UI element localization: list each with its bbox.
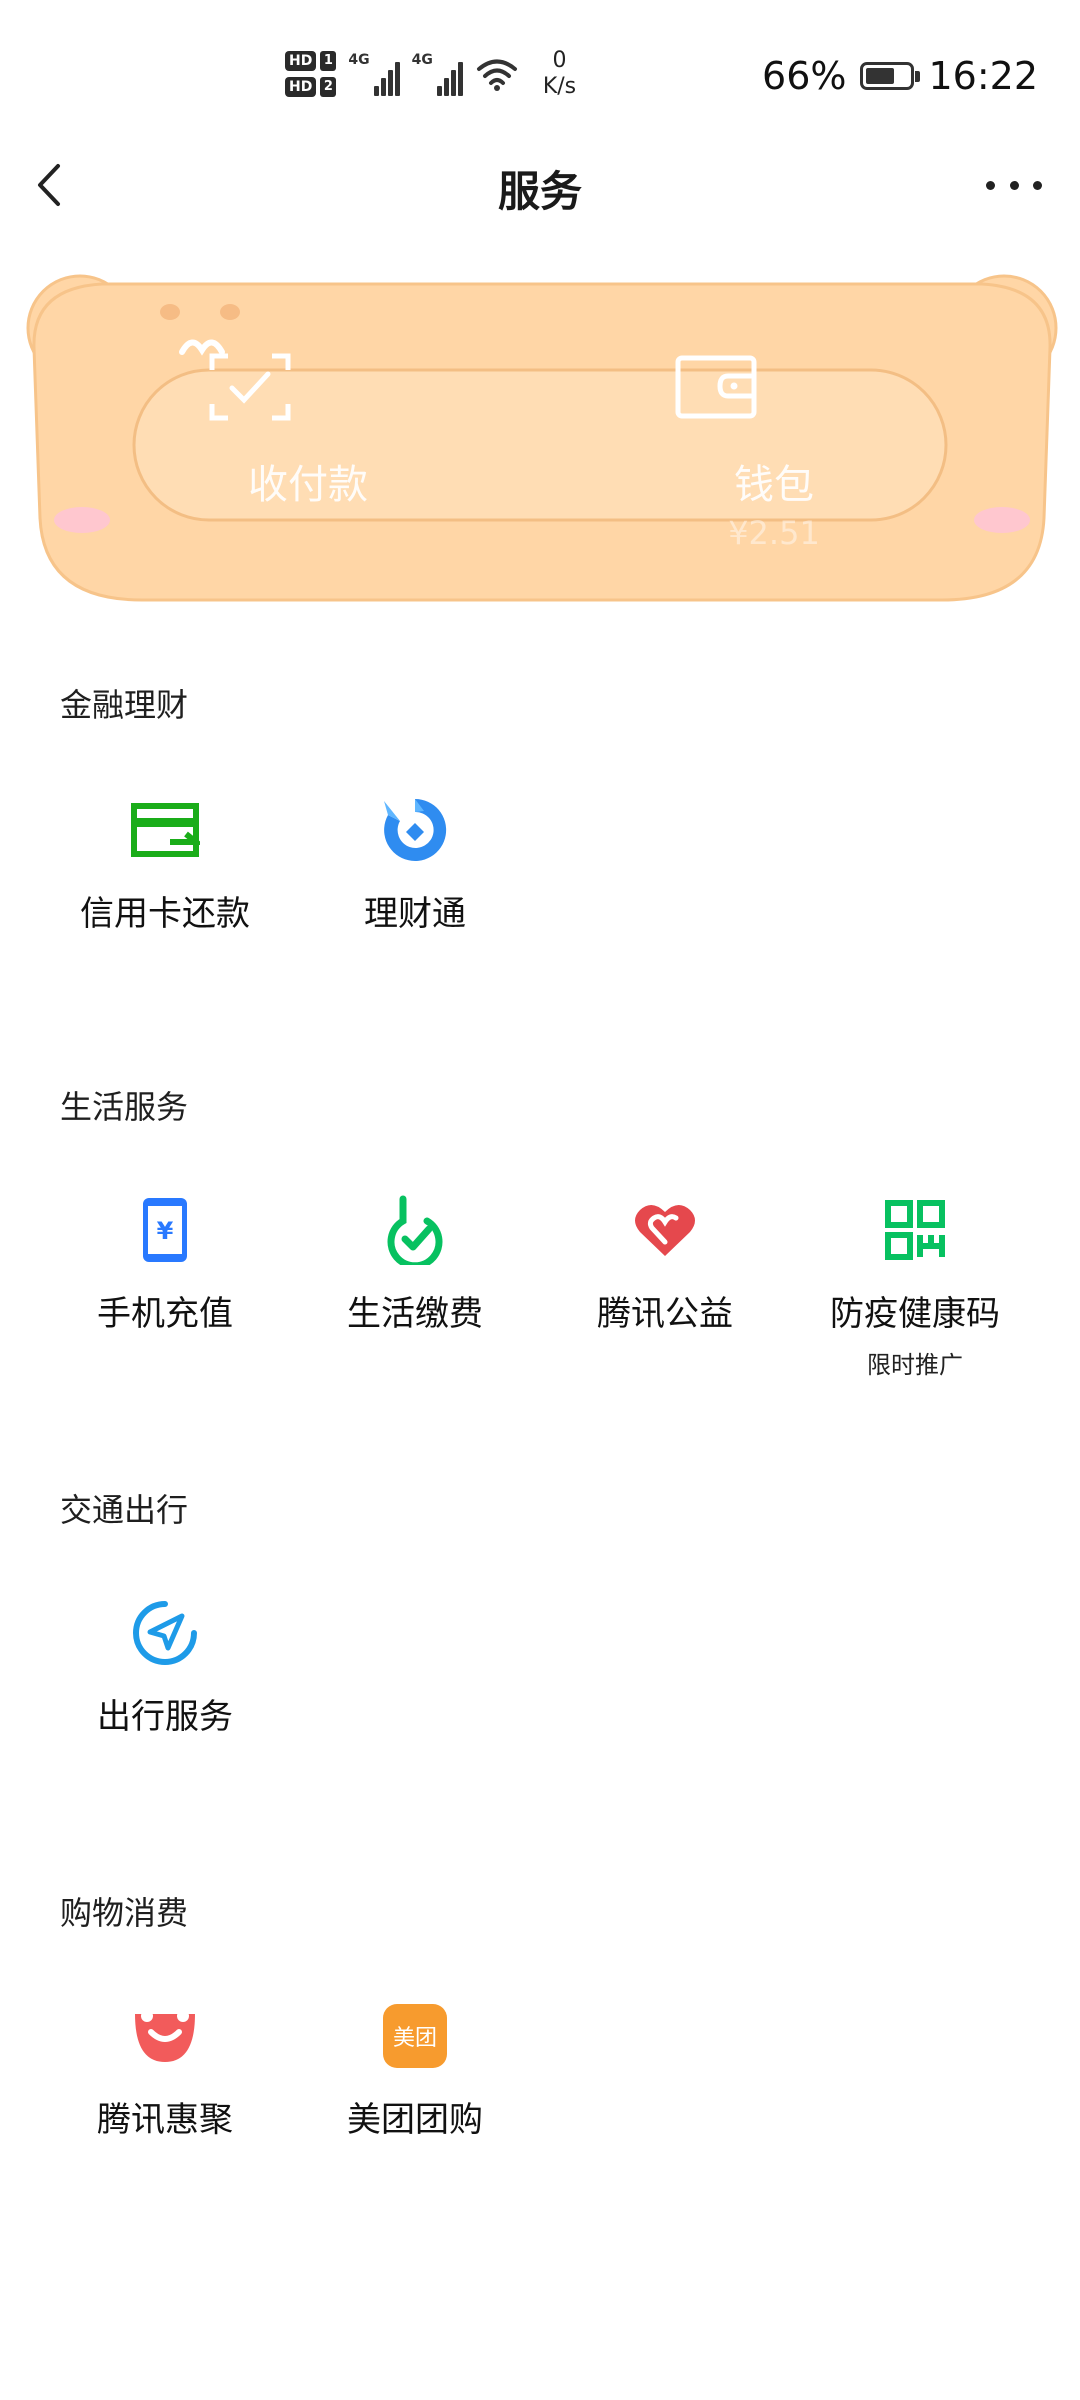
service-phone-recharge[interactable]: ¥ 手机充值: [40, 1190, 290, 1380]
network-speed: 0 K/s: [543, 48, 576, 100]
more-dot: [986, 180, 995, 190]
service-credit-card-repay[interactable]: 信用卡还款: [40, 790, 290, 935]
section-shopping: 购物消费 腾讯惠聚 美团 美团团购: [0, 1868, 1080, 2188]
section-title: 生活服务: [60, 1088, 189, 1126]
promo-tag: 限时推广: [867, 1351, 963, 1379]
service-label: 腾讯公益: [597, 1294, 733, 1334]
scan-pay-icon: [209, 353, 291, 421]
section-finance: 金融理财 信用卡还款 理财通: [0, 660, 1080, 980]
service-label: 信用卡还款: [80, 894, 250, 934]
credit-card-icon: [131, 803, 200, 857]
page-title: 服务: [497, 167, 582, 216]
sim1-indicator: HD 1: [285, 51, 337, 71]
service-grid: 腾讯惠聚 美团 美团团购: [40, 1996, 1040, 2141]
service-label: 美团团购: [347, 2100, 483, 2140]
collect-pay-label: 收付款: [248, 462, 368, 508]
nav-bar: 服务: [0, 140, 1080, 230]
service-utility-bills[interactable]: 生活缴费: [290, 1190, 540, 1380]
service-label: 出行服务: [97, 1697, 233, 1737]
service-label: 腾讯惠聚: [97, 2100, 233, 2140]
charity-heart-icon: [635, 1204, 695, 1256]
signal-icon: 4G: [348, 52, 400, 96]
service-label: 生活缴费: [347, 1294, 483, 1334]
battery-fill: [866, 68, 895, 84]
network-type: 4G: [411, 52, 433, 68]
shopping-smile-icon: [135, 2010, 195, 2062]
bear-banner-illustration: [26, 274, 1058, 602]
sim-number: 1: [320, 51, 337, 71]
service-label: 理财通: [364, 894, 466, 934]
hd-badge: HD: [285, 77, 317, 97]
clock: 16:22: [928, 54, 1038, 98]
battery-percent: 66%: [762, 54, 847, 98]
sim-indicators: HD 1 HD 2: [285, 51, 337, 97]
wifi-icon: [476, 59, 517, 91]
service-licaitong[interactable]: 理财通: [290, 790, 540, 935]
more-dot: [1009, 180, 1019, 190]
service-grid: 出行服务: [40, 1593, 1040, 1738]
collect-pay-entry[interactable]: 收付款: [208, 352, 408, 510]
wealth-icon: [384, 798, 447, 861]
section-transport: 交通出行 出行服务: [0, 1465, 1080, 1785]
more-button[interactable]: [986, 168, 1042, 202]
travel-compass-icon: [133, 1601, 197, 1665]
phone-recharge-icon: ¥: [143, 1198, 187, 1262]
wallet-label: 钱包: [734, 462, 814, 508]
utility-bill-icon: [387, 1195, 443, 1265]
section-life-services: 生活服务 ¥ 手机充值 生活缴费 腾讯公益 防疫健康码 限时推广: [0, 1062, 1080, 1402]
hd-badge: HD: [285, 51, 317, 71]
svg-text:¥: ¥: [157, 1217, 174, 1245]
meituan-icon: 美团: [383, 2004, 447, 2068]
service-tencent-huiju[interactable]: 腾讯惠聚: [40, 1996, 290, 2141]
status-right: 66% 16:22: [762, 54, 1038, 98]
signal-icon: 4G: [412, 52, 463, 96]
section-title: 金融理财: [60, 686, 189, 724]
service-meituan[interactable]: 美团 美团团购: [290, 1996, 540, 2141]
service-health-code[interactable]: 防疫健康码 限时推广: [790, 1190, 1040, 1380]
speed-unit: K/s: [542, 74, 577, 99]
battery-icon: [860, 62, 921, 90]
service-tencent-charity[interactable]: 腾讯公益: [540, 1190, 790, 1380]
service-grid: 信用卡还款 理财通: [40, 790, 1040, 935]
pay-wallet-banner: 收付款 钱包 ¥2.51: [22, 268, 1062, 608]
sim-number: 2: [320, 77, 337, 97]
network-type: 4G: [348, 52, 370, 68]
service-label: 手机充值: [97, 1294, 233, 1334]
service-label: 防疫健康码: [830, 1294, 1000, 1334]
sim2-indicator: HD 2: [285, 77, 337, 97]
service-travel[interactable]: 出行服务: [40, 1593, 290, 1738]
status-left: HD 1 HD 2 4G 4G 0 K/s: [285, 48, 576, 100]
health-code-icon: [885, 1200, 945, 1260]
service-grid: ¥ 手机充值 生活缴费 腾讯公益 防疫健康码 限时推广: [40, 1190, 1040, 1380]
wallet-icon: [675, 355, 757, 419]
meituan-icon-text: 美团: [392, 2026, 437, 2051]
more-dot: [1033, 180, 1042, 190]
speed-value: 0: [552, 48, 567, 73]
section-title: 交通出行: [60, 1491, 189, 1529]
section-title: 购物消费: [60, 1894, 189, 1932]
wallet-balance: ¥2.51: [728, 514, 820, 552]
status-bar: HD 1 HD 2 4G 4G 0 K/s 66% 16:22: [0, 0, 1080, 150]
wallet-entry[interactable]: 钱包 ¥2.51: [674, 352, 874, 552]
